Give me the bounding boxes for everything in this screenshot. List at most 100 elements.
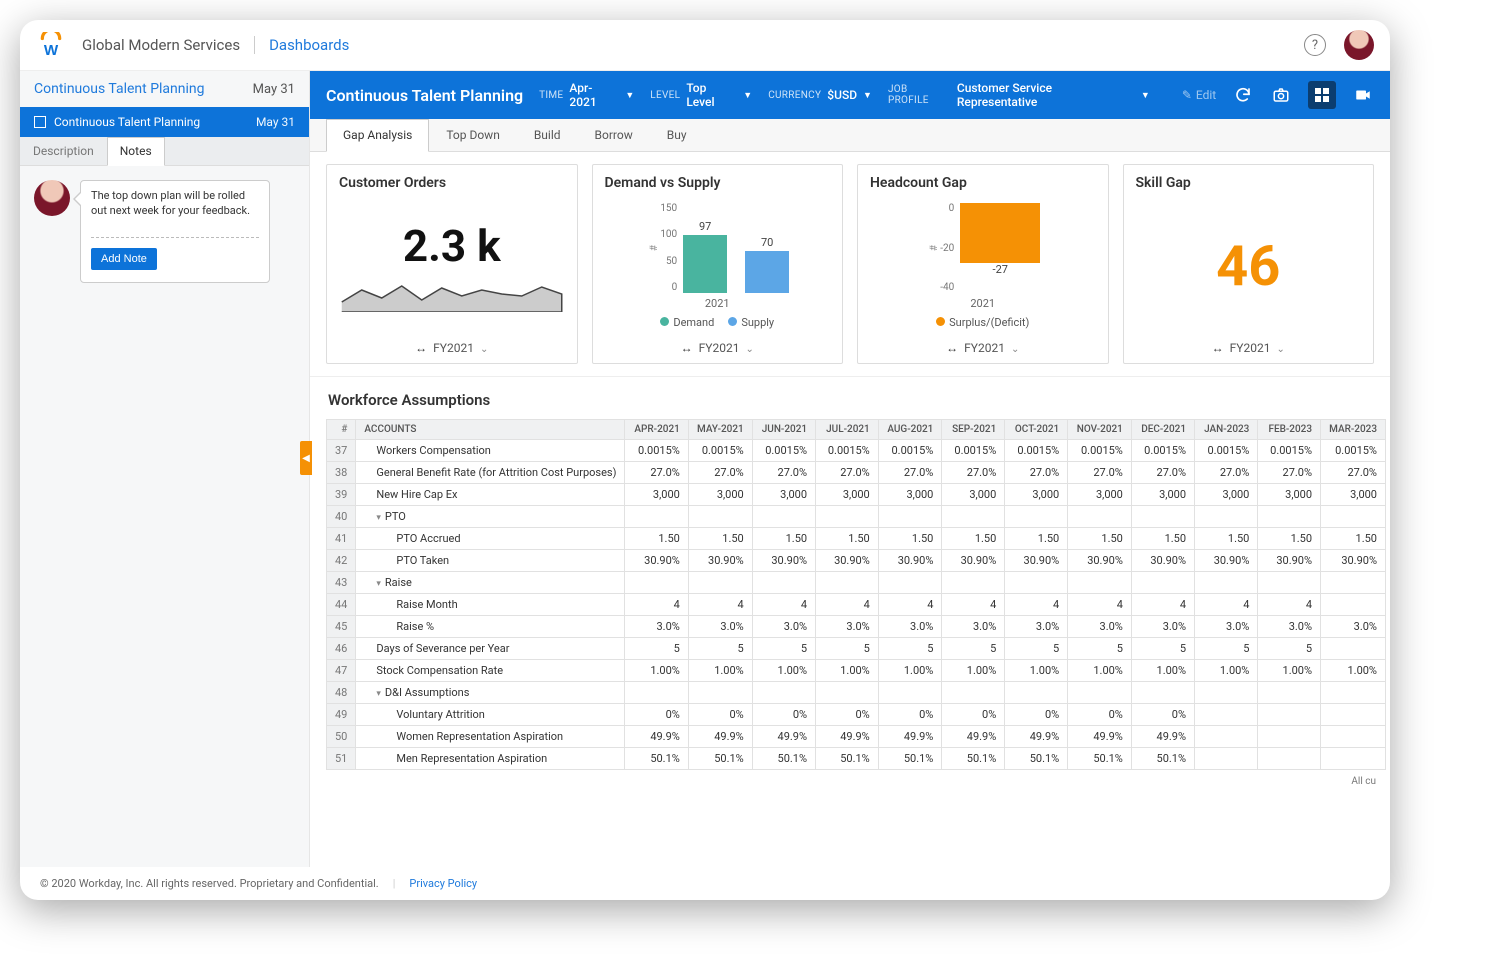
page-footer: © 2020 Workday, Inc. All rights reserved… xyxy=(20,867,1390,900)
card-demand-vs-supply: Demand vs Supply # 150100500 97 70 2021 xyxy=(592,164,844,364)
top-bar: W Global Modern Services Dashboards ? xyxy=(20,20,1390,71)
tab-borrow[interactable]: Borrow xyxy=(578,119,650,151)
note-text: The top down plan will be rolled out nex… xyxy=(91,189,259,219)
present-icon[interactable] xyxy=(1352,84,1374,106)
table-row[interactable]: 47Stock Compensation Rate1.00%1.00%1.00%… xyxy=(327,660,1386,682)
card-period-selector[interactable]: ↔FY2021⌄ xyxy=(339,333,565,355)
assumptions-table: #AccountsApr-2021May-2021Jun-2021Jul-202… xyxy=(326,419,1386,770)
privacy-policy-link[interactable]: Privacy Policy xyxy=(409,877,477,890)
tab-top-down[interactable]: Top Down xyxy=(429,119,517,151)
svg-text:W: W xyxy=(44,42,59,58)
sparkline-chart xyxy=(339,272,565,312)
notes-panel: The top down plan will be rolled out nex… xyxy=(20,166,309,297)
bar-chart: # 150100500 97 70 xyxy=(645,203,789,293)
customer-orders-value: 2.3 k xyxy=(403,220,501,272)
tab-strip: Gap Analysis Top Down Build Borrow Buy xyxy=(310,119,1390,152)
chart-legend: Demand Supply xyxy=(660,316,774,329)
card-headcount-gap: Headcount Gap # 0-20-40 -27 2021 Surplus… xyxy=(857,164,1109,364)
copyright-text: © 2020 Workday, Inc. All rights reserved… xyxy=(40,877,379,890)
currency-selector[interactable]: CURRENCY $USD ▼ xyxy=(768,88,872,102)
sidebar-block-label: Continuous Talent Planning xyxy=(54,115,256,129)
collapse-sidebar-handle[interactable]: ◀ xyxy=(300,441,312,475)
chevron-down-icon: ⌄ xyxy=(480,344,488,355)
sidebar-date: May 31 xyxy=(253,82,295,97)
breadcrumb-link[interactable]: Dashboards xyxy=(269,36,349,54)
grid-view-icon[interactable] xyxy=(1308,81,1336,109)
dashboard-title: Continuous Talent Planning xyxy=(326,86,523,105)
camera-icon[interactable] xyxy=(1270,84,1292,106)
tab-build[interactable]: Build xyxy=(517,119,578,151)
table-row[interactable]: 45Raise %3.0%3.0%3.0%3.0%3.0%3.0%3.0%3.0… xyxy=(327,616,1386,638)
table-row[interactable]: 38General Benefit Rate (for Attrition Co… xyxy=(327,462,1386,484)
table-row[interactable]: 51Men Representation Aspiration50.1%50.1… xyxy=(327,748,1386,770)
level-selector[interactable]: LEVEL Top Level ▼ xyxy=(650,81,752,109)
sidebar-active-block[interactable]: Continuous Talent Planning May 31 xyxy=(20,107,309,137)
bar-demand xyxy=(683,235,727,293)
note-bubble: The top down plan will be rolled out nex… xyxy=(80,180,270,283)
table-footer-note: All cu xyxy=(310,770,1390,787)
table-row[interactable]: 40▾PTO xyxy=(327,506,1386,528)
sidebar-tab-description[interactable]: Description xyxy=(20,137,107,165)
chevron-down-icon: ▼ xyxy=(625,90,634,101)
card-period-selector[interactable]: ↔FY2021⌄ xyxy=(1136,333,1362,355)
refresh-icon[interactable] xyxy=(1232,84,1254,106)
card-title: Headcount Gap xyxy=(870,175,1096,191)
pencil-icon: ✎ xyxy=(1182,88,1192,102)
bar-chart: # 0-20-40 -27 xyxy=(925,203,1040,293)
edit-button[interactable]: ✎ Edit xyxy=(1182,88,1216,102)
arrow-left-right-icon: ↔ xyxy=(1212,341,1224,355)
table-row[interactable]: 50Women Representation Aspiration49.9%49… xyxy=(327,726,1386,748)
section-title: Workforce Assumptions xyxy=(310,376,1390,419)
checkbox-icon[interactable] xyxy=(34,116,46,128)
card-title: Customer Orders xyxy=(339,175,565,191)
tab-gap-analysis[interactable]: Gap Analysis xyxy=(326,119,429,152)
table-row[interactable]: 49Voluntary Attrition0%0%0%0%0%0%0%0%0% xyxy=(327,704,1386,726)
skill-gap-value: 46 xyxy=(1216,233,1280,299)
chart-legend: Surplus/(Deficit) xyxy=(936,316,1029,329)
card-title: Skill Gap xyxy=(1136,175,1362,191)
chevron-down-icon: ▼ xyxy=(1141,90,1150,101)
bar-deficit xyxy=(960,203,1040,263)
chevron-down-icon: ⌄ xyxy=(1276,344,1284,355)
chevron-down-icon: ⌄ xyxy=(745,344,753,355)
kpi-cards: Customer Orders 2.3 k ↔FY2021⌄ Demand vs… xyxy=(310,152,1390,376)
sidebar-tab-notes[interactable]: Notes xyxy=(107,137,165,166)
time-selector[interactable]: TIME Apr-2021 ▼ xyxy=(539,81,634,109)
arrow-left-right-icon: ↔ xyxy=(415,341,427,355)
user-avatar[interactable] xyxy=(1344,30,1374,60)
help-icon[interactable]: ? xyxy=(1304,34,1326,56)
table-row[interactable]: 41PTO Accrued1.501.501.501.501.501.501.5… xyxy=(327,528,1386,550)
arrow-left-right-icon: ↔ xyxy=(946,341,958,355)
sidebar-tabs: Description Notes xyxy=(20,137,309,166)
card-period-selector[interactable]: ↔FY2021⌄ xyxy=(605,333,831,355)
card-skill-gap: Skill Gap 46 ↔FY2021⌄ xyxy=(1123,164,1375,364)
chevron-down-icon: ▼ xyxy=(743,90,752,101)
table-row[interactable]: 48▾D&I Assumptions xyxy=(327,682,1386,704)
table-row[interactable]: 39New Hire Cap Ex3,0003,0003,0003,0003,0… xyxy=(327,484,1386,506)
assumptions-table-wrap[interactable]: #AccountsApr-2021May-2021Jun-2021Jul-202… xyxy=(310,419,1390,770)
add-note-button[interactable]: Add Note xyxy=(91,248,157,270)
card-customer-orders: Customer Orders 2.3 k ↔FY2021⌄ xyxy=(326,164,578,364)
dashboard-header: Continuous Talent Planning TIME Apr-2021… xyxy=(310,71,1390,119)
table-row[interactable]: 44Raise Month44444444444 xyxy=(327,594,1386,616)
table-row[interactable]: 46Days of Severance per Year55555555555 xyxy=(327,638,1386,660)
chevron-down-icon: ▼ xyxy=(863,90,872,101)
sidebar-title[interactable]: Continuous Talent Planning xyxy=(34,81,253,97)
table-row[interactable]: 43▾Raise xyxy=(327,572,1386,594)
content-area: ◀ Continuous Talent Planning TIME Apr-20… xyxy=(310,71,1390,867)
tab-buy[interactable]: Buy xyxy=(650,119,704,151)
sidebar: Continuous Talent Planning May 31 Contin… xyxy=(20,71,310,867)
chevron-down-icon: ⌄ xyxy=(1011,344,1019,355)
card-period-selector[interactable]: ↔FY2021⌄ xyxy=(870,333,1096,355)
arrow-left-right-icon: ↔ xyxy=(681,341,693,355)
note-divider xyxy=(91,237,259,238)
bar-supply xyxy=(745,251,789,293)
table-row[interactable]: 42PTO Taken30.90%30.90%30.90%30.90%30.90… xyxy=(327,550,1386,572)
job-profile-selector[interactable]: JOB PROFILE Customer Service Representat… xyxy=(888,81,1150,109)
tenant-name: Global Modern Services xyxy=(82,36,255,54)
table-row[interactable]: 37Workers Compensation0.0015%0.0015%0.00… xyxy=(327,440,1386,462)
workday-logo-icon[interactable]: W xyxy=(36,30,66,60)
note-author-avatar xyxy=(34,180,70,216)
card-title: Demand vs Supply xyxy=(605,175,831,191)
sidebar-block-date: May 31 xyxy=(256,115,295,129)
